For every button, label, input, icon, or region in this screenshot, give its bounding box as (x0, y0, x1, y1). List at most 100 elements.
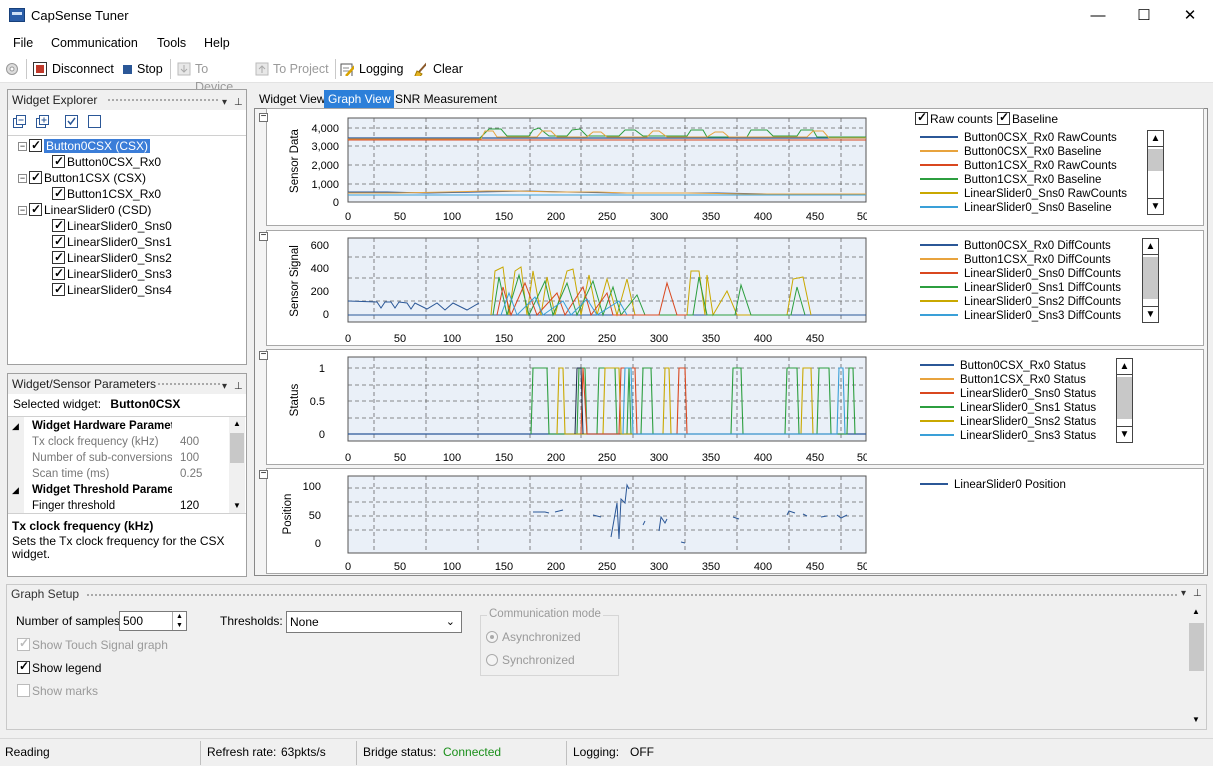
dropdown-icon[interactable]: ▾ (222, 377, 227, 397)
position-plot: 100 50 0 050100150200250300350400450500 … (282, 475, 867, 573)
legend-scrollbar[interactable] (1147, 147, 1164, 199)
async-radio[interactable]: Asynchronized (486, 630, 581, 644)
tree-node-sns0[interactable]: LinearSlider0_Sns0 (52, 217, 172, 234)
baseline-checkbox[interactable]: Baseline (997, 110, 1058, 126)
comm-mode-label: Communication mode (487, 608, 603, 620)
tree-node-button1csx[interactable]: −Button1CSX (CSX) (18, 169, 146, 186)
minimize-button[interactable]: — (1075, 0, 1121, 31)
legend-scroll-up-button[interactable]: ▲ (1147, 130, 1164, 147)
close-button[interactable]: ✕ (1167, 0, 1213, 31)
raw-counts-checkbox[interactable]: Raw counts (915, 110, 993, 126)
thresholds-select[interactable]: None ⌄ (286, 611, 462, 633)
collapse-all-icon[interactable] (13, 115, 26, 128)
upload-icon (255, 62, 269, 76)
legend-item: LinearSlider0_Sns1 DiffCounts (920, 281, 1121, 295)
y-axis-labels: 4,000 3,000 2,000 1,000 0 (311, 123, 339, 209)
show-marks-checkbox[interactable]: Show marks (17, 684, 98, 698)
logging-status-label: Logging: (573, 745, 620, 759)
tab-graph-view[interactable]: Graph View (324, 90, 395, 108)
legend-scrollbar[interactable] (1142, 255, 1159, 307)
grid-row-scan-time[interactable]: Scan time (ms) 0.25 (22, 466, 232, 482)
sync-radio[interactable]: Synchronized (486, 653, 575, 667)
show-legend-checkbox[interactable]: Show legend (17, 659, 101, 675)
tree-node-linearslider0[interactable]: −LinearSlider0 (CSD) (18, 201, 151, 218)
svg-text:50: 50 (394, 452, 406, 464)
svg-text:250: 250 (598, 452, 616, 464)
legend-scroll-down-button[interactable]: ▼ (1116, 426, 1133, 443)
params-scrollbar[interactable]: ▲ ▼ (229, 417, 245, 513)
legend-item: LinearSlider0_Sns0 DiffCounts (920, 267, 1121, 281)
samples-label: Number of samples: (16, 614, 124, 628)
param-help: Tx clock frequency (kHz) Sets the Tx clo… (12, 519, 242, 561)
pin-icon[interactable]: ⊥ (234, 377, 243, 397)
y-tick-label: 600 (311, 240, 329, 252)
tab-snr-measurement[interactable]: SNR Measurement (391, 90, 501, 108)
window-title: CapSense Tuner (31, 8, 129, 23)
legend-scroll-down-button[interactable]: ▼ (1142, 306, 1159, 323)
y-tick-label: 0 (315, 538, 321, 550)
to-project-button[interactable]: To Project (255, 60, 331, 78)
menu-tools[interactable]: Tools (157, 36, 186, 50)
disconnect-button[interactable]: Disconnect (33, 60, 115, 78)
tree-node-button0csx[interactable]: −Button0CSX (CSX) (18, 137, 151, 154)
svg-text:150: 150 (495, 211, 513, 223)
clear-button[interactable]: Clear (412, 60, 464, 78)
y-tick-label: 0 (323, 309, 329, 321)
expand-all-icon[interactable] (36, 115, 49, 128)
samples-stepper[interactable]: 500 ▲ ▼ (119, 611, 187, 631)
legend-item: Button0CSX_Rx0 Baseline (920, 145, 1101, 159)
dropdown-icon[interactable]: ▾ (222, 93, 227, 113)
svg-text:350: 350 (702, 333, 720, 345)
graph-setup-scrollbar[interactable]: ▲ ▼ (1188, 605, 1205, 729)
tree-node-sns2[interactable]: LinearSlider0_Sns2 (52, 249, 172, 266)
uncheck-all-icon[interactable] (88, 115, 101, 128)
y-axis-title: Status (289, 383, 301, 416)
tab-widget-view[interactable]: Widget View (255, 90, 329, 108)
legend-scrollbar[interactable] (1116, 375, 1133, 427)
y-tick-label: 1,000 (311, 179, 339, 191)
stop-icon (123, 65, 132, 74)
legend-scroll-down-button[interactable]: ▼ (1147, 198, 1164, 215)
menu-file[interactable]: File (13, 36, 33, 50)
to-device-button[interactable]: To Device (177, 60, 249, 94)
status-state: Reading (5, 745, 50, 759)
graph-setup-panel: Graph Setup ▾ ⊥ Number of samples: 500 ▲… (6, 584, 1207, 730)
pin-icon[interactable]: ⊥ (1193, 588, 1202, 599)
grid-row-tx-clock[interactable]: Tx clock frequency (kHz) 400 (22, 434, 232, 450)
app-icon (9, 8, 25, 22)
grid-category-threshold[interactable]: ◢Widget Threshold Parameters (12, 482, 232, 498)
tree-node-sns4[interactable]: LinearSlider0_Sns4 (52, 281, 172, 298)
legend-scroll-up-button[interactable]: ▲ (1142, 238, 1159, 255)
stop-button[interactable]: Stop (121, 60, 165, 78)
legend-item: Button0CSX_Rx0 DiffCounts (920, 239, 1111, 253)
maximize-button[interactable]: ☐ (1121, 0, 1167, 31)
widget-tree: −Button0CSX (CSX) Button0CSX_Rx0 −Button… (8, 135, 246, 364)
svg-text:150: 150 (495, 561, 513, 573)
tree-node-button1csx-rx0[interactable]: Button1CSX_Rx0 (52, 185, 161, 202)
tree-node-sns1[interactable]: LinearSlider0_Sns1 (52, 233, 172, 250)
grid-category-hardware[interactable]: ◢Widget Hardware Parameters (12, 418, 232, 434)
menu-help[interactable]: Help (204, 36, 230, 50)
logging-button[interactable]: Logging (340, 60, 406, 78)
stepper-arrows-icon[interactable]: ▲ ▼ (172, 612, 186, 630)
position-graph: − 100 50 0 0 50 100 150 200 250 300 350 400 450 50… (259, 468, 1204, 574)
tree-node-button0csx-rx0[interactable]: Button0CSX_Rx0 (52, 153, 161, 170)
dropdown-icon[interactable]: ▾ (1181, 588, 1186, 599)
touch-signal-checkbox[interactable]: Show Touch Signal graph (17, 636, 168, 652)
pin-icon[interactable]: ⊥ (234, 93, 243, 113)
svg-text:150: 150 (495, 333, 513, 345)
legend-scroll-up-button[interactable]: ▲ (1116, 358, 1133, 375)
y-axis-title: Sensor Data (289, 128, 301, 193)
logging-label: Logging (359, 62, 404, 76)
check-all-icon[interactable] (65, 115, 78, 128)
tree-node-sns3[interactable]: LinearSlider0_Sns3 (52, 265, 172, 282)
menu-communication[interactable]: Communication (51, 36, 138, 50)
legend-item: LinearSlider0_Sns0 RawCounts (920, 187, 1127, 201)
svg-text:150: 150 (495, 452, 513, 464)
grid-row-finger-threshold[interactable]: Finger threshold 120 (22, 498, 232, 514)
svg-text:200: 200 (547, 333, 565, 345)
status-bar: Reading Refresh rate: 63pkts/s Bridge st… (0, 738, 1213, 766)
svg-text:250: 250 (598, 333, 616, 345)
grid-row-subconversions[interactable]: Number of sub-conversions 100 (22, 450, 232, 466)
toolbar: Disconnect Stop To Device To Project Log… (0, 55, 1213, 94)
